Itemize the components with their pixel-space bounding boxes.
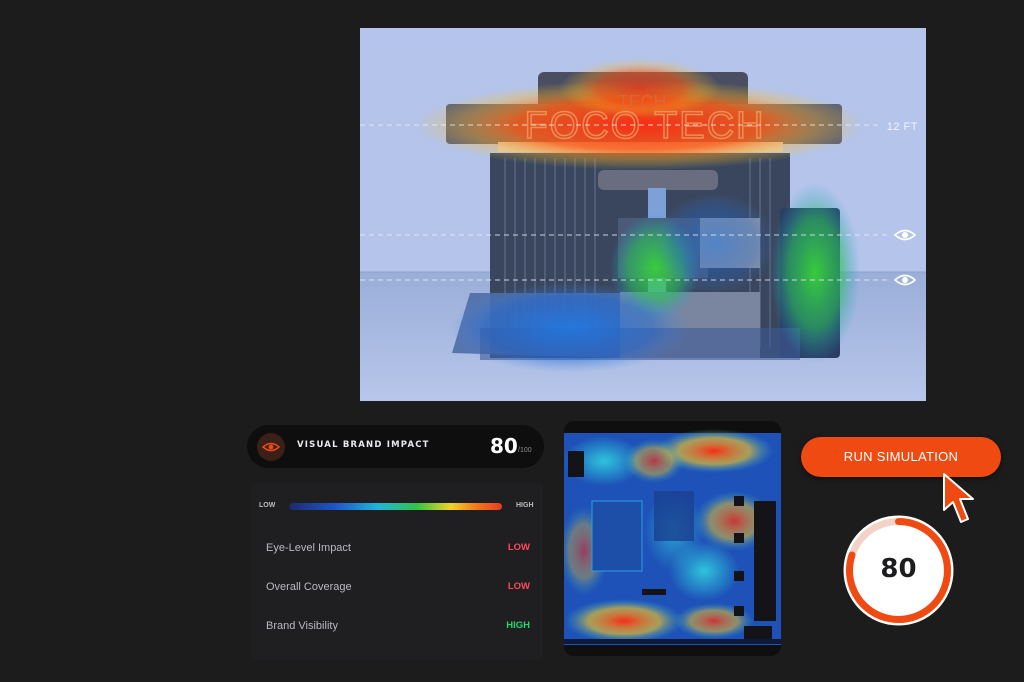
result-score: 80 xyxy=(880,554,917,584)
metric-name: Overall Coverage xyxy=(266,581,352,593)
metrics-panel: LOW HIGH Eye-Level Impact LOW Overall Co… xyxy=(250,482,543,660)
eye-icon xyxy=(894,274,916,286)
kiosk-heatmap-render: TECH FOCO TECH 12 FT xyxy=(360,28,926,401)
sign-text-main: FOCO TECH xyxy=(524,105,765,147)
eye-icon xyxy=(894,229,916,241)
metric-name: Eye-Level Impact xyxy=(266,542,351,554)
height-marker-label: 12 FT xyxy=(886,121,918,133)
metric-row: Brand Visibility HIGH xyxy=(266,620,530,636)
metric-row: Eye-Level Impact LOW xyxy=(266,542,530,558)
metric-value: HIGH xyxy=(506,620,530,631)
visual-brand-impact-card: VISUAL BRAND IMPACT 80 /100 xyxy=(247,425,544,468)
heat-scale-bar xyxy=(289,503,502,510)
scale-high-label: HIGH xyxy=(516,502,534,509)
metric-value: LOW xyxy=(507,581,530,592)
scale-low-label: LOW xyxy=(259,502,276,509)
floorplan-heatmap-thumbnail xyxy=(564,421,781,656)
kiosk-render-image: TECH FOCO TECH xyxy=(360,28,926,401)
impact-score: 80 xyxy=(490,434,518,458)
metric-name: Brand Visibility xyxy=(266,620,338,632)
eye-icon xyxy=(257,433,285,461)
impact-score-max: /100 xyxy=(518,447,532,454)
metric-value: LOW xyxy=(507,542,530,553)
impact-title: VISUAL BRAND IMPACT xyxy=(297,440,430,450)
floorplan-heatmap-image xyxy=(564,429,781,645)
metric-row: Overall Coverage LOW xyxy=(266,581,530,597)
